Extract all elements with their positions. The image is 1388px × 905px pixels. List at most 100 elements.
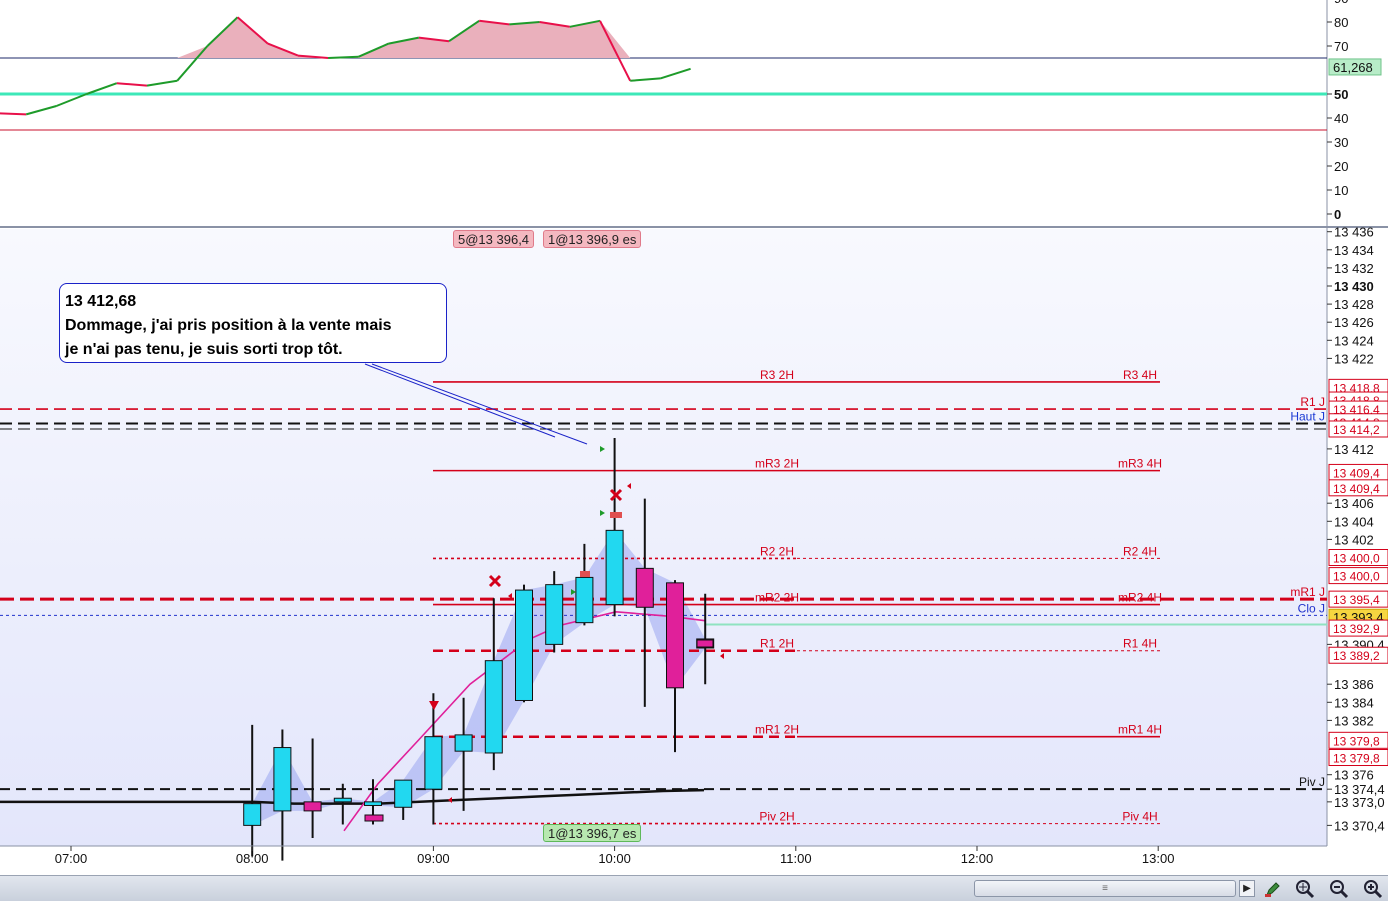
order-tag-sell[interactable]: 5@13 396,4 (453, 230, 535, 248)
candle-body (333, 797, 352, 803)
oscillator-tick-label: 10 (1334, 183, 1348, 198)
candle-body (515, 589, 533, 701)
oscillator-tick-label: 0 (1334, 207, 1341, 222)
chart-scrollbar[interactable]: ≡ ▶ (0, 875, 1388, 901)
time-tick-label: 09:00 (417, 851, 450, 866)
pivot-4h-label: R1 4H (1123, 637, 1157, 651)
candle-body (424, 736, 443, 790)
edit-tool-icon[interactable] (1262, 879, 1284, 899)
pivot-2h-label: R3 2H (760, 368, 794, 382)
pivot-2h-label: mR1 2H (755, 723, 799, 737)
pivot-2h-label: Piv 2H (759, 810, 794, 824)
pivot-4h-label: mR1 4H (1118, 723, 1162, 737)
price-tag-text: 13 379,8 (1333, 752, 1380, 766)
oscillator-tick-label: 80 (1334, 15, 1348, 30)
candle-body (666, 582, 684, 689)
oscillator-value-text: 61,268 (1333, 60, 1373, 75)
rsi-line-segment (328, 55, 359, 59)
oscillator-tick-label: 90 (1334, 0, 1348, 6)
candle-body (303, 801, 322, 812)
price-tick-label: 13 432 (1334, 261, 1374, 276)
candle-body (243, 803, 262, 826)
time-tick-label: 08:00 (236, 851, 269, 866)
annotation-price: 13 412,68 (65, 293, 137, 310)
price-tag-text: 13 395,4 (1333, 593, 1380, 607)
price-tick-label: 13 422 (1334, 351, 1374, 366)
zoom-out-icon[interactable] (1328, 879, 1350, 899)
daily-level-label: Clo J (1298, 601, 1325, 615)
pivot-4h-label: R2 4H (1123, 544, 1157, 558)
price-tick-label: 13 406 (1334, 496, 1374, 511)
candle-body (273, 747, 292, 812)
scroll-thumb[interactable]: ≡ (974, 880, 1236, 897)
pivot-4h-label: mR2 4H (1118, 591, 1162, 605)
price-tag-text: 13 400,0 (1333, 570, 1380, 584)
time-tick-label: 11:00 (780, 851, 812, 866)
time-tick-label: 13:00 (1142, 851, 1175, 866)
pivot-2h-label: R2 2H (760, 544, 794, 558)
pivot-2h-label: mR2 2H (755, 591, 799, 605)
time-tick-label: 07:00 (55, 851, 88, 866)
scroll-right-icon[interactable]: ▶ (1239, 880, 1255, 897)
pivot-2h-label: R1 2H (760, 637, 794, 651)
trading-chart[interactable]: R3 2H mR3 2H R2 2H mR2 2H R1 2H mR1 2H Piv 2H R… (0, 0, 1388, 901)
price-tick-label: 13 402 (1334, 532, 1374, 547)
price-tag-text: 13 400,0 (1333, 552, 1380, 566)
candle-body (635, 567, 654, 608)
oscillator-tick-label: 20 (1334, 159, 1348, 174)
price-tag-text: 13 379,8 (1333, 734, 1380, 748)
price-tick-label: 13 436 (1334, 225, 1374, 240)
daily-level-label: Haut J (1290, 410, 1325, 424)
pivot-4h-label: Piv 4H (1122, 810, 1157, 824)
oscillator-tick-label: 50 (1334, 87, 1348, 102)
price-tag-text: 13 389,2 (1333, 649, 1380, 663)
price-tick-label: 13 424 (1334, 333, 1374, 348)
annotation-line2: je n'ai pas tenu, je suis sorti trop tôt… (65, 341, 343, 358)
daily-level-label: Piv J (1299, 775, 1325, 789)
pivot-2h-label: mR3 2H (755, 457, 799, 471)
order-tag-sell[interactable]: 1@13 396,9 es (543, 230, 642, 248)
price-tick-label: 13 430 (1334, 279, 1374, 294)
oscillator-tick-label: 70 (1334, 39, 1348, 54)
price-tick-label: 13 373,0 (1334, 795, 1385, 810)
candle-body (364, 801, 382, 806)
daily-level-label: R1 J (1300, 395, 1325, 409)
candle-body (484, 660, 503, 754)
candle-body (545, 584, 564, 645)
time-tick-label: 12:00 (961, 851, 994, 866)
oscillator-tick-label: 30 (1334, 135, 1348, 150)
price-tick-label: 13 370,4 (1334, 818, 1385, 833)
zoom-fit-icon[interactable] (1294, 879, 1316, 899)
price-tick-label: 13 434 (1334, 243, 1374, 258)
oscillator-panel-bg (0, 0, 1327, 226)
oscillator-tick-label: 40 (1334, 111, 1348, 126)
price-tick-label: 13 376 (1334, 768, 1374, 783)
price-tag-text: 13 409,4 (1333, 482, 1380, 496)
price-tick-label: 13 384 (1334, 695, 1374, 710)
candle-body (454, 734, 473, 752)
order-marker (696, 639, 714, 648)
price-tick-label: 13 426 (1334, 315, 1374, 330)
chart-annotation[interactable]: 13 412,68 Dommage, j'ai pris position à … (59, 283, 447, 363)
time-axis[interactable]: 07:00 08:00 09:00 10:00 11:00 12:00 13:00 (0, 845, 1327, 866)
order-marker (610, 512, 622, 518)
price-tick-label: 13 404 (1334, 514, 1374, 529)
price-tick-label: 13 428 (1334, 297, 1374, 312)
price-tag-text: 13 414,2 (1333, 423, 1380, 437)
price-tick-label: 13 412 (1334, 442, 1374, 457)
pivot-4h-label: R3 4H (1123, 368, 1157, 382)
pivot-4h-label: mR3 4H (1118, 457, 1162, 471)
time-tick-label: 10:00 (598, 851, 631, 866)
order-marker (580, 571, 590, 577)
annotation-line1: Dommage, j'ai pris position à la vente m… (65, 317, 392, 334)
daily-level-label: mR1 J (1290, 585, 1325, 599)
price-tick-label: 13 386 (1334, 677, 1374, 692)
rsi-line-segment (0, 112, 27, 116)
candle-body (605, 529, 624, 606)
order-tag-buy[interactable]: 1@13 396,7 es (543, 824, 642, 842)
zoom-in-icon[interactable] (1362, 879, 1384, 899)
price-tag-text: 13 392,9 (1333, 622, 1380, 636)
price-tag-text: 13 409,4 (1333, 466, 1380, 480)
order-marker (364, 814, 384, 822)
price-tick-label: 13 382 (1334, 713, 1374, 728)
